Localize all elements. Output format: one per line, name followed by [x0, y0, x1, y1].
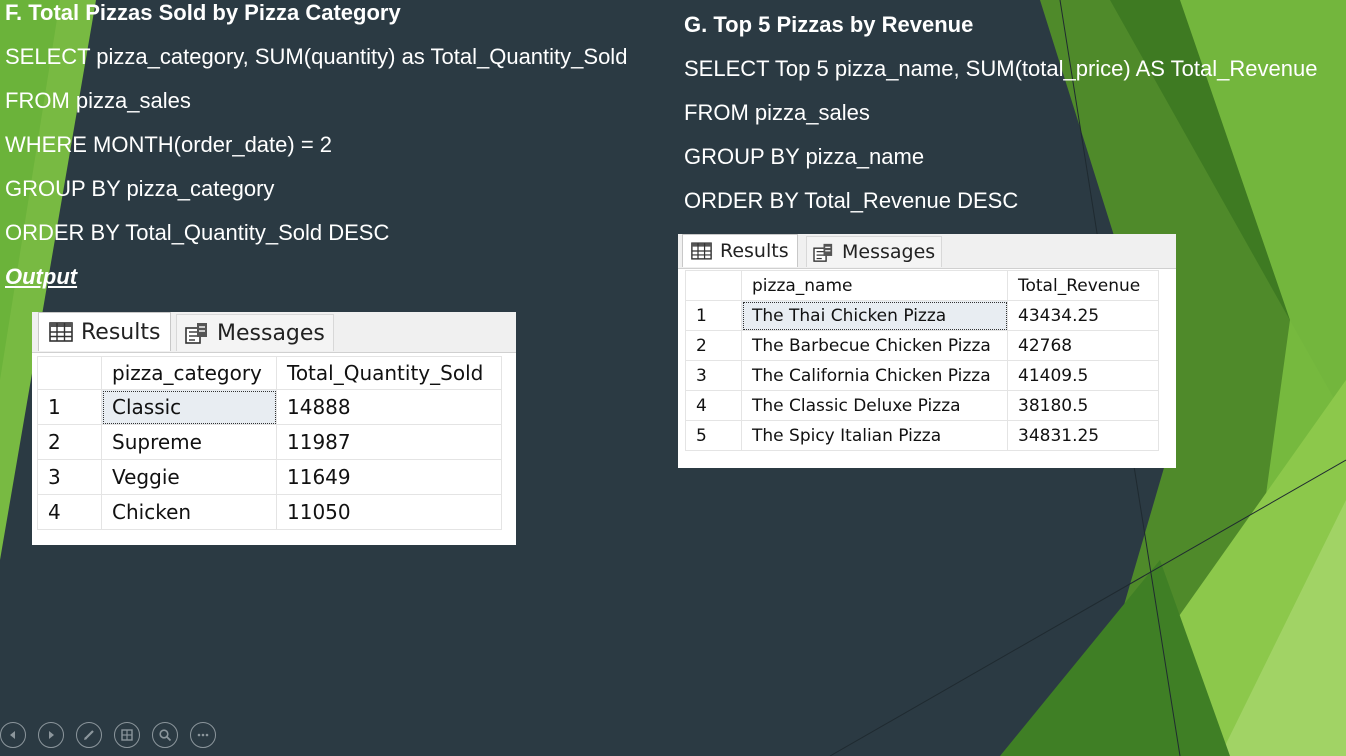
row-header-corner	[37, 356, 102, 390]
table-cell[interactable]: The Barbecue Chicken Pizza	[741, 330, 1008, 361]
more-options-button[interactable]	[190, 722, 216, 748]
tab-messages-label: Messages	[217, 320, 325, 346]
tab-results[interactable]: Results	[682, 234, 798, 267]
results-tabbar: Results Messages	[678, 234, 1176, 269]
results-grid: pizza_name Total_Revenue 1 The Thai Chic…	[685, 270, 1159, 451]
table-cell[interactable]: The Classic Deluxe Pizza	[741, 390, 1008, 421]
table-row[interactable]: 5 The Spicy Italian Pizza 34831.25	[685, 420, 1159, 451]
tab-messages[interactable]: Messages	[806, 236, 943, 267]
table-cell[interactable]: 34831.25	[1007, 420, 1159, 451]
table-row[interactable]: 4 The Classic Deluxe Pizza 38180.5	[685, 390, 1159, 421]
column-header[interactable]: pizza_category	[101, 356, 277, 390]
magnifier-icon	[159, 729, 172, 742]
grid-icon	[49, 322, 73, 342]
grid-icon	[691, 242, 712, 260]
table-cell[interactable]: 11649	[276, 459, 502, 495]
section-g-title: G. Top 5 Pizzas by Revenue	[684, 12, 974, 37]
column-header[interactable]: Total_Quantity_Sold	[276, 356, 502, 390]
sql-line: WHERE MONTH(order_date) = 2	[5, 132, 333, 157]
sql-line: SELECT Top 5 pizza_name, SUM(total_price…	[684, 56, 1318, 81]
tab-results[interactable]: Results	[38, 312, 172, 351]
table-cell[interactable]: 38180.5	[1007, 390, 1159, 421]
table-row[interactable]: 2 Supreme 11987	[37, 424, 502, 460]
output-label: Output	[5, 264, 78, 289]
sql-line: GROUP BY pizza_name	[684, 144, 925, 169]
messages-icon	[185, 323, 207, 344]
tab-messages[interactable]: Messages	[176, 314, 334, 351]
arrow-right-icon	[49, 731, 54, 739]
table-row[interactable]: 4 Chicken 11050	[37, 494, 502, 530]
sql-line: ORDER BY Total_Quantity_Sold DESC	[5, 220, 390, 245]
table-row[interactable]: 3 The California Chicken Pizza 41409.5	[685, 360, 1159, 391]
table-cell[interactable]: 14888	[276, 389, 502, 425]
slideshow-toolbar	[0, 722, 228, 748]
results-grid: pizza_category Total_Quantity_Sold 1 Cla…	[37, 356, 502, 530]
row-number[interactable]: 1	[37, 389, 102, 425]
table-cell[interactable]: The California Chicken Pizza	[741, 360, 1008, 391]
column-header[interactable]: Total_Revenue	[1007, 270, 1159, 301]
table-cell[interactable]: The Thai Chicken Pizza	[741, 300, 1008, 331]
table-cell[interactable]: 42768	[1007, 330, 1159, 361]
results-panel-f: Results Messages pizza_category Total_Qu…	[32, 312, 516, 545]
arrow-left-icon	[10, 731, 15, 739]
table-row[interactable]: 2 The Barbecue Chicken Pizza 42768	[685, 330, 1159, 361]
slides-icon	[121, 729, 133, 741]
next-slide-button[interactable]	[38, 722, 64, 748]
row-number[interactable]: 2	[37, 424, 102, 460]
see-all-slides-button[interactable]	[114, 722, 140, 748]
row-number[interactable]: 3	[685, 360, 742, 391]
table-row[interactable]: 1 Classic 14888	[37, 389, 502, 425]
row-number[interactable]: 2	[685, 330, 742, 361]
messages-icon	[813, 243, 833, 262]
table-cell[interactable]: Chicken	[101, 494, 277, 530]
sql-line: FROM pizza_sales	[684, 100, 870, 125]
table-cell[interactable]: 11987	[276, 424, 502, 460]
sql-line: GROUP BY pizza_category	[5, 176, 275, 201]
pen-icon	[84, 730, 94, 740]
table-cell[interactable]: The Spicy Italian Pizza	[741, 420, 1008, 451]
pen-tool-button[interactable]	[76, 722, 102, 748]
column-header[interactable]: pizza_name	[741, 270, 1008, 301]
row-header-corner	[685, 270, 742, 301]
table-cell[interactable]: 43434.25	[1007, 300, 1159, 331]
table-cell[interactable]: 11050	[276, 494, 502, 530]
sql-line: SELECT pizza_category, SUM(quantity) as …	[5, 44, 628, 69]
table-cell[interactable]: 41409.5	[1007, 360, 1159, 391]
sql-line: ORDER BY Total_Revenue DESC	[684, 188, 1019, 213]
tab-results-label: Results	[720, 240, 789, 262]
results-panel-g: Results Messages pizza_name Total_Revenu…	[678, 234, 1176, 468]
tab-results-label: Results	[81, 319, 161, 345]
ellipsis-icon	[197, 733, 209, 737]
sql-line: FROM pizza_sales	[5, 88, 191, 113]
table-row[interactable]: 3 Veggie 11649	[37, 459, 502, 495]
row-number[interactable]: 3	[37, 459, 102, 495]
table-cell[interactable]: Supreme	[101, 424, 277, 460]
table-cell[interactable]: Veggie	[101, 459, 277, 495]
zoom-button[interactable]	[152, 722, 178, 748]
row-number[interactable]: 1	[685, 300, 742, 331]
section-f-title: F. Total Pizzas Sold by Pizza Category	[5, 0, 401, 25]
tab-messages-label: Messages	[842, 241, 936, 263]
table-cell[interactable]: Classic	[101, 389, 277, 425]
row-number[interactable]: 5	[685, 420, 742, 451]
table-row[interactable]: 1 The Thai Chicken Pizza 43434.25	[685, 300, 1159, 331]
row-number[interactable]: 4	[37, 494, 102, 530]
previous-slide-button[interactable]	[0, 722, 26, 748]
results-tabbar: Results Messages	[32, 312, 516, 353]
row-number[interactable]: 4	[685, 390, 742, 421]
